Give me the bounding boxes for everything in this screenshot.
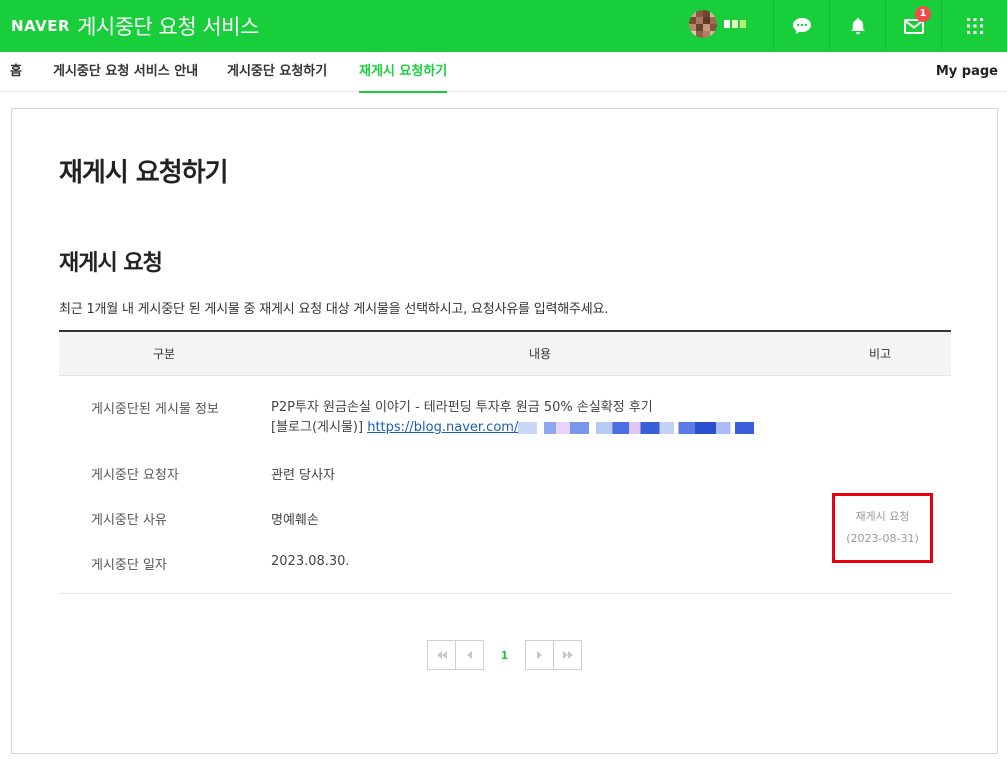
- user-profile[interactable]: [689, 10, 746, 38]
- mail-count-badge: 1: [915, 6, 931, 22]
- top-header: NAVER 게시중단 요청 서비스 1: [0, 0, 1007, 52]
- row-label-date: 게시중단 일자: [91, 558, 167, 573]
- section-title: 재게시 요청: [59, 251, 163, 276]
- page-number-current[interactable]: 1: [484, 649, 525, 662]
- first-page-button[interactable]: [427, 640, 456, 670]
- post-source: [블로그(게시물)] https://blog.naver.com/: [271, 418, 755, 438]
- row-label-post-info: 게시중단된 게시물 정보: [91, 402, 219, 417]
- main-nav: 홈 게시중단 요청 서비스 안내 게시중단 요청하기 재게시 요청하기 My p…: [0, 52, 1007, 93]
- nav-home[interactable]: 홈: [10, 52, 22, 92]
- app-menu-button[interactable]: [941, 0, 1007, 52]
- next-page-button[interactable]: [525, 640, 554, 670]
- notification-button[interactable]: [829, 0, 885, 52]
- row-value-requester: 관련 당사자: [271, 468, 335, 483]
- post-title: P2P투자 원금손실 이야기 - 테라펀딩 투자후 원금 50% 손실확정 후기: [271, 400, 653, 415]
- row-label-reason: 게시중단 사유: [91, 513, 167, 528]
- mypage-link[interactable]: My page: [936, 52, 998, 92]
- double-chevron-left-icon: [436, 651, 447, 659]
- post-url-link[interactable]: https://blog.naver.com/: [367, 420, 755, 435]
- header-category: 구분: [153, 347, 176, 361]
- brand[interactable]: NAVER 게시중단 요청 서비스: [11, 0, 259, 52]
- redacted-url-mosaic: [518, 421, 755, 434]
- post-url-text[interactable]: https://blog.naver.com/: [367, 420, 518, 435]
- avatar[interactable]: [689, 10, 717, 38]
- page-title: 재게시 요청하기: [59, 158, 228, 188]
- talk-button[interactable]: [773, 0, 829, 52]
- bell-icon: [850, 18, 865, 35]
- chat-bubble-icon: [792, 18, 811, 34]
- remark-date: (2023-08-31): [846, 532, 919, 545]
- nav-service-guide[interactable]: 게시중단 요청 서비스 안내: [53, 52, 198, 92]
- remark-status: 재게시 요청: [855, 510, 910, 523]
- service-title[interactable]: 게시중단 요청 서비스: [77, 11, 259, 41]
- header-content: 내용: [529, 347, 552, 361]
- double-chevron-right-icon: [562, 651, 573, 659]
- post-info: P2P투자 원금손실 이야기 - 테라펀딩 투자후 원금 50% 손실확정 후기…: [271, 398, 755, 438]
- row-value-reason: 명예훼손: [271, 513, 319, 528]
- row-label-requester: 게시중단 요청자: [91, 468, 179, 483]
- section-description: 최근 1개월 내 게시중단 된 게시물 중 재게시 요청 대상 게시물을 선택하…: [59, 302, 609, 317]
- chevron-left-icon: [467, 651, 472, 659]
- table-body: 게시중단된 게시물 정보 P2P투자 원금손실 이야기 - 테라펀딩 투자후 원…: [59, 376, 951, 594]
- naver-logo[interactable]: NAVER: [11, 17, 70, 35]
- remark-highlight-box: 재게시 요청 (2023-08-31): [832, 493, 933, 563]
- row-value-date: 2023.08.30.: [271, 554, 350, 569]
- table-header: 구분 내용 비고: [59, 330, 951, 376]
- content-panel: 재게시 요청하기 재게시 요청 최근 1개월 내 게시중단 된 게시물 중 재게…: [11, 108, 998, 754]
- last-page-button[interactable]: [553, 640, 582, 670]
- nav-repost-request[interactable]: 재게시 요청하기: [359, 52, 448, 93]
- prev-page-button[interactable]: [455, 640, 484, 670]
- pagination: 1: [427, 640, 582, 670]
- post-type: [블로그(게시물)]: [271, 420, 364, 435]
- grid-menu-icon: [966, 18, 983, 34]
- header-remark: 비고: [869, 347, 892, 361]
- mail-button[interactable]: 1: [885, 0, 941, 52]
- repost-request-table: 구분 내용 비고 게시중단된 게시물 정보 P2P투자 원금손실 이야기 - 테…: [59, 330, 951, 594]
- nav-takedown-request[interactable]: 게시중단 요청하기: [227, 52, 327, 92]
- user-name-pixelated[interactable]: [724, 20, 746, 28]
- chevron-right-icon: [537, 651, 542, 659]
